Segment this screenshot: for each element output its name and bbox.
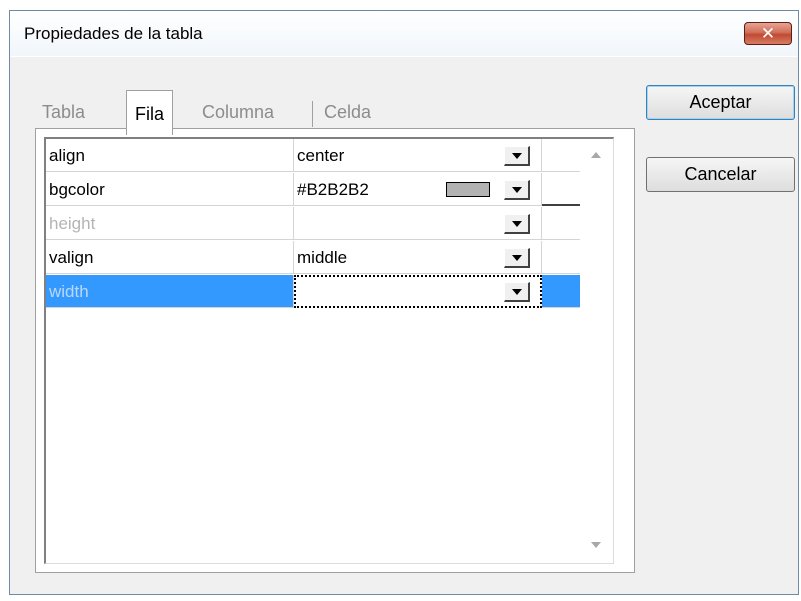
dialog-title: Propiedades de la tabla — [24, 24, 203, 43]
property-value-cell[interactable]: center — [294, 139, 542, 172]
property-row-valign[interactable]: valign middle — [46, 241, 580, 275]
property-row-align[interactable]: align center — [46, 139, 580, 173]
property-extra-cell — [542, 207, 580, 240]
property-grid: align center bgcolor #B2B2B2 height vali… — [44, 137, 614, 564]
cancel-button[interactable]: Cancelar — [646, 157, 795, 192]
ok-button[interactable]: Aceptar — [646, 85, 795, 120]
tab-celda[interactable]: Celda — [324, 93, 371, 131]
property-value: middle — [297, 248, 348, 267]
property-extra-cell — [542, 241, 580, 274]
scroll-down-icon[interactable] — [591, 542, 601, 548]
property-name: valign — [46, 241, 294, 274]
property-value: center — [297, 146, 345, 165]
chevron-down-icon[interactable] — [504, 180, 530, 200]
tab-separator — [312, 101, 313, 127]
property-row-bgcolor[interactable]: bgcolor #B2B2B2 — [46, 173, 580, 207]
property-value-cell[interactable] — [294, 207, 542, 240]
tab-panel: align center bgcolor #B2B2B2 height vali… — [35, 128, 635, 573]
title-bar: Propiedades de la tabla ✕ — [10, 11, 798, 57]
property-name: bgcolor — [46, 173, 294, 206]
property-value: #B2B2B2 — [297, 180, 369, 199]
chevron-down-icon[interactable] — [504, 146, 530, 166]
property-extra-cell — [542, 139, 580, 172]
tab-fila[interactable]: Fila — [126, 90, 174, 135]
property-name: width — [46, 275, 294, 308]
chevron-down-icon[interactable] — [504, 214, 530, 234]
scroll-up-icon[interactable] — [591, 152, 601, 158]
tab-columna[interactable]: Columna — [202, 93, 274, 131]
color-picker-frame — [542, 173, 582, 206]
property-value-cell[interactable]: middle — [294, 241, 542, 274]
property-value-cell[interactable] — [294, 275, 542, 308]
tab-tabla[interactable]: Tabla — [42, 93, 85, 131]
color-swatch[interactable] — [446, 182, 490, 197]
dialog-window: Propiedades de la tabla ✕ Tabla Fila Col… — [9, 10, 799, 595]
close-icon: ✕ — [760, 24, 776, 44]
chevron-down-icon[interactable] — [504, 248, 530, 268]
property-value-cell[interactable]: #B2B2B2 — [294, 173, 542, 206]
vertical-scrollbar[interactable] — [580, 139, 613, 563]
close-button[interactable]: ✕ — [744, 22, 792, 45]
property-extra-cell — [542, 275, 580, 308]
property-row-width[interactable]: width — [46, 275, 580, 309]
property-name: height — [46, 207, 294, 240]
property-row-height[interactable]: height — [46, 207, 580, 241]
chevron-down-icon[interactable] — [504, 282, 530, 302]
property-name: align — [46, 139, 294, 172]
